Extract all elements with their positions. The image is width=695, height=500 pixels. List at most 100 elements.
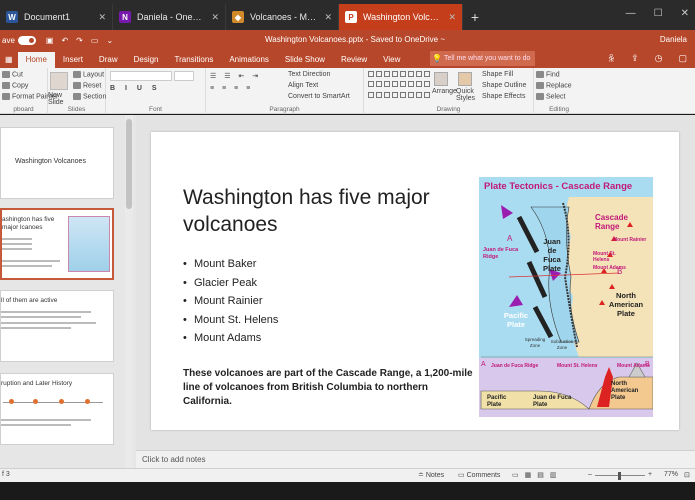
replace-button[interactable]: Replace [536, 82, 572, 89]
autosave-toggle[interactable] [17, 35, 36, 45]
replace-label: Replace [546, 82, 572, 90]
thumbnail-timeline-dot [59, 399, 64, 404]
thumbnail-text-line [1, 322, 96, 324]
zoom-in-button[interactable]: + [648, 471, 652, 478]
autosave[interactable]: ave [2, 35, 36, 45]
copy-button[interactable]: Copy [2, 82, 28, 89]
browser-tab-onenote[interactable]: N Daniela - OneNote ✕ [113, 4, 226, 30]
section-ridge-label: Juan de Fuca Ridge [491, 363, 539, 369]
font-size-box[interactable] [174, 71, 194, 81]
font-name-box[interactable] [110, 71, 172, 81]
view-buttons[interactable]: ▭▦▤▥ [512, 471, 562, 479]
shape-fill-button[interactable]: Shape Fill [482, 71, 513, 78]
thumbnail-title: ashington has five major lcanoes [2, 216, 55, 231]
drawing-group-label: Drawing [436, 106, 461, 113]
tab-transitions[interactable]: Transitions [167, 52, 222, 68]
user-name[interactable]: Daniela [660, 35, 687, 44]
section-button[interactable]: Section [73, 93, 106, 100]
close-window-icon[interactable]: ✕ [681, 8, 689, 19]
convert-smartart-button[interactable]: Convert to SmartArt [288, 93, 350, 100]
tab-view[interactable]: View [375, 52, 408, 68]
clipboard-group-label: pboard [13, 106, 34, 113]
browser-tab-washington-volcanoes[interactable]: P Washington Volcanoe ✕ [339, 4, 463, 30]
cut-button[interactable]: Cut [2, 71, 23, 78]
tab-animations[interactable]: Animations [221, 52, 277, 68]
thumbnail-title: Washington Volcanoes [15, 158, 86, 165]
new-slide-button[interactable]: New Slide [48, 92, 72, 106]
new-tab-button[interactable]: + [463, 4, 487, 30]
plate-tectonics-image[interactable]: Plate Tectonics - Cascade Range Cascade … [479, 177, 654, 417]
notes-toggle[interactable]: ≐ Notes [418, 471, 444, 479]
tab-design[interactable]: Design [126, 52, 167, 68]
present-icon[interactable]: ▭ [91, 36, 99, 45]
adams-label: Mount Adams [593, 265, 626, 271]
slide-thumbnail-4[interactable]: ruption and Later History [0, 373, 114, 445]
editing-group: Find Replace Select Editing [534, 68, 584, 114]
paragraph-group: ☰ ☰ ⇤ ⇥ ≡ ≡ ≡ ≡ Text Direction Align Tex… [206, 68, 364, 114]
tab-title: Volcanoes - Mount Rainie [250, 12, 318, 22]
align-text-button[interactable]: Align Text [288, 82, 318, 89]
close-icon[interactable]: ✕ [324, 12, 332, 23]
browser-tab-document1[interactable]: W Document1 ✕ [0, 4, 113, 30]
slide-thumbnail-2[interactable]: ashington has five major lcanoes [0, 208, 114, 280]
arrange-button[interactable]: Arrange [432, 88, 457, 95]
quick-access-toolbar: ▣ ↶ ↷ ▭ ⌄ [46, 36, 113, 45]
tell-me-search[interactable]: Tell me what you want to do [430, 51, 535, 66]
font-group-label: Font [148, 106, 162, 113]
slide-thumbnail-pane: Washington Volcanoes ashington has five … [0, 115, 136, 468]
share-icon[interactable]: ⇪ [631, 53, 639, 65]
thumbnail-scrollbar[interactable] [125, 115, 133, 468]
slide-body-text[interactable]: These volcanoes are part of the Cascade … [183, 367, 473, 409]
history-icon[interactable]: ◷ [655, 53, 663, 65]
align-buttons[interactable]: ≡ ≡ ≡ ≡ [210, 85, 253, 92]
comments-toggle[interactable]: ▭ Comments [458, 471, 500, 479]
layout-button[interactable]: Layout [73, 71, 104, 78]
slide-thumbnail-3[interactable]: ll of them are active [0, 290, 114, 362]
browser-tab-volcanoes[interactable]: ◆ Volcanoes - Mount Rainie ✕ [226, 4, 339, 30]
thumbnail-text-line [1, 311, 91, 313]
undo-icon[interactable]: ↶ [61, 36, 68, 45]
list-buttons[interactable]: ☰ ☰ ⇤ ⇥ [210, 72, 261, 80]
minimize-icon[interactable]: — [626, 8, 636, 19]
save-icon[interactable]: ▣ [46, 36, 54, 45]
close-icon[interactable]: ✕ [98, 12, 106, 23]
tab-draw[interactable]: Draw [91, 52, 126, 68]
slide-title[interactable]: Washington has five major volcanoes [183, 184, 473, 238]
fit-slide-icon[interactable]: ⊡ [684, 471, 690, 479]
notes-pane[interactable]: Click to add notes [136, 450, 695, 468]
spreading-zone-label: Spreading Zone [524, 337, 546, 348]
maximize-icon[interactable]: ☐ [654, 8, 663, 19]
slide-thumbnail-1[interactable]: Washington Volcanoes [0, 127, 114, 199]
zoom-slider-knob[interactable] [618, 472, 621, 480]
editor-horizontal-scrollbar[interactable] [136, 438, 695, 450]
shape-effects-button[interactable]: Shape Effects [482, 93, 525, 100]
close-icon[interactable]: ✕ [211, 12, 219, 23]
close-icon[interactable]: ✕ [448, 12, 456, 23]
redo-icon[interactable]: ↷ [76, 36, 83, 45]
quick-styles-button[interactable]: Quick Styles [456, 88, 478, 102]
quick-styles-icon [458, 72, 472, 86]
window-controls: — ☐ ✕ [626, 8, 689, 19]
font-format-buttons[interactable]: B I U S [110, 85, 161, 92]
person-icon[interactable]: ꆜ [608, 53, 615, 65]
tab-home[interactable]: Home [17, 52, 55, 68]
shape-outline-button[interactable]: Shape Outline [482, 82, 526, 89]
reset-button[interactable]: Reset [73, 82, 101, 89]
text-direction-button[interactable]: Text Direction [288, 71, 330, 78]
zoom-out-button[interactable]: – [588, 471, 592, 478]
shapes-gallery[interactable] [368, 71, 430, 101]
select-button[interactable]: Select [536, 93, 565, 100]
os-taskbar [0, 482, 695, 500]
slide-canvas[interactable]: Washington has five major volcanoes Moun… [151, 132, 679, 430]
tab-slide-show[interactable]: Slide Show [277, 52, 333, 68]
scrollbar-thumb[interactable] [126, 119, 132, 209]
more-icon[interactable]: ⌄ [106, 36, 113, 45]
new-slide-icon[interactable] [50, 72, 68, 90]
comments-icon[interactable]: ▢ [678, 53, 687, 65]
zoom-level[interactable]: 77% [664, 471, 678, 478]
tab-insert[interactable]: Insert [55, 52, 91, 68]
bullet-list[interactable]: Mount Baker Glacier Peak Mount Rainier M… [183, 255, 278, 348]
tab-review[interactable]: Review [333, 52, 375, 68]
ribbon-file-icon[interactable]: ▦ [0, 52, 18, 68]
find-button[interactable]: Find [536, 71, 560, 78]
